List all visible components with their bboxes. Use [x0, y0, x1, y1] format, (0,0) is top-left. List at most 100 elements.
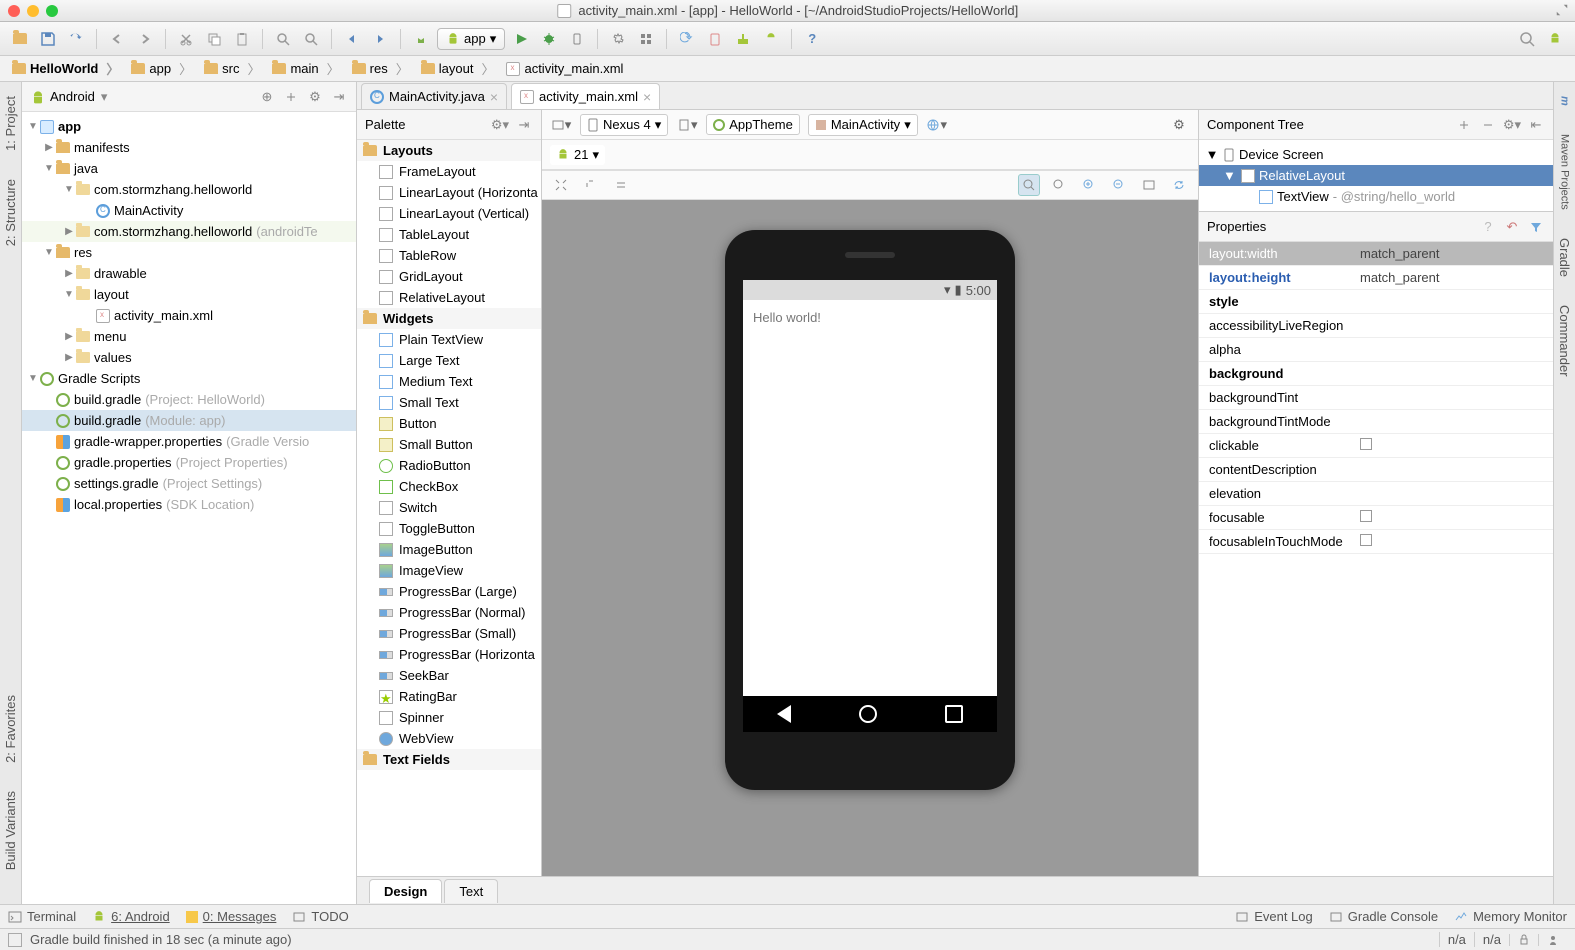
zoom-fit-button[interactable]: [1048, 174, 1070, 196]
checkbox-icon[interactable]: [1360, 438, 1372, 450]
help-icon[interactable]: ?: [1479, 218, 1497, 236]
tree-node-layout-file[interactable]: activity_main.xml: [22, 305, 356, 326]
tree-node-layout[interactable]: ▼layout: [22, 284, 356, 305]
tree-node-gradle-properties[interactable]: gradle.properties(Project Properties): [22, 452, 356, 473]
palette-item-togglebutton[interactable]: ToggleButton: [357, 518, 541, 539]
run-button[interactable]: [509, 27, 533, 51]
gear-icon[interactable]: ⚙: [306, 88, 324, 106]
build-variants-tool-button[interactable]: Build Variants: [3, 787, 18, 874]
back-icon[interactable]: [777, 705, 791, 723]
shrink-button[interactable]: [580, 174, 602, 196]
palette-item-tablelayout[interactable]: TableLayout: [357, 224, 541, 245]
project-structure-button[interactable]: [634, 27, 658, 51]
property-row[interactable]: backgroundTintMode: [1199, 410, 1553, 434]
property-row[interactable]: elevation: [1199, 482, 1553, 506]
maximize-window-button[interactable]: [46, 5, 58, 17]
dropdown-icon[interactable]: ▾: [101, 89, 108, 105]
palette-item-textview[interactable]: Plain TextView: [357, 329, 541, 350]
ct-node-textview[interactable]: TextView- @string/hello_world: [1199, 186, 1553, 207]
editor-tab-xml[interactable]: activity_main.xml ×: [511, 83, 660, 109]
property-row[interactable]: alpha: [1199, 338, 1553, 362]
tree-node-package-test[interactable]: ▶com.stormzhang.helloworld(androidTe: [22, 221, 356, 242]
editor-tab-java[interactable]: MainActivity.java ×: [361, 83, 507, 109]
home-icon[interactable]: [859, 705, 877, 723]
palette-item-smallbutton[interactable]: Small Button: [357, 434, 541, 455]
gear-icon[interactable]: ⚙: [1168, 114, 1190, 136]
save-button[interactable]: [36, 27, 60, 51]
expand-button[interactable]: [550, 174, 572, 196]
app-content-area[interactable]: Hello world!: [743, 300, 997, 696]
event-log-button[interactable]: Event Log: [1235, 909, 1313, 924]
tab-text[interactable]: Text: [444, 879, 498, 903]
device-selector[interactable]: Nexus 4▾: [580, 114, 668, 136]
gear-icon[interactable]: ⚙▾: [491, 116, 509, 134]
cut-button[interactable]: [174, 27, 198, 51]
tree-node-local-properties[interactable]: local.properties(SDK Location): [22, 494, 356, 515]
collapse-button[interactable]: [1479, 116, 1497, 134]
hector-icon[interactable]: [1538, 934, 1567, 946]
theme-selector[interactable]: AppTheme: [706, 114, 800, 135]
structure-tool-button[interactable]: 2: Structure: [3, 175, 18, 250]
palette-item-checkbox[interactable]: CheckBox: [357, 476, 541, 497]
palette-item-progressbar-s[interactable]: ProgressBar (Small): [357, 623, 541, 644]
tree-node-app[interactable]: ▼app: [22, 116, 356, 137]
commander-tool-button[interactable]: Commander: [1557, 301, 1572, 381]
property-value[interactable]: [1354, 534, 1553, 549]
activity-selector[interactable]: MainActivity▾: [808, 114, 918, 136]
status-indicator-icon[interactable]: [8, 933, 22, 947]
open-file-button[interactable]: [8, 27, 32, 51]
tab-design[interactable]: Design: [369, 879, 442, 903]
property-row[interactable]: accessibilityLiveRegion: [1199, 314, 1553, 338]
todo-tool-button[interactable]: TODO: [292, 909, 348, 924]
maven-tool-label[interactable]: Maven Projects: [1559, 130, 1571, 214]
sync-button[interactable]: [64, 27, 88, 51]
filter-icon[interactable]: [1527, 218, 1545, 236]
breadcrumb-res[interactable]: res〉: [346, 59, 415, 78]
search-everywhere-button[interactable]: [1515, 27, 1539, 51]
make-button[interactable]: [409, 27, 433, 51]
palette-item-imageview[interactable]: ImageView: [357, 560, 541, 581]
restore-icon[interactable]: ↶: [1503, 218, 1521, 236]
project-view-selector[interactable]: Android: [50, 89, 95, 104]
favorites-tool-button[interactable]: 2: Favorites: [3, 691, 18, 767]
property-row[interactable]: style: [1199, 290, 1553, 314]
device-screen[interactable]: ▾ ▮ 5:00 Hello world!: [743, 280, 997, 732]
palette-item-gridlayout[interactable]: GridLayout: [357, 266, 541, 287]
gear-icon[interactable]: ⚙▾: [1503, 116, 1521, 134]
settings-button[interactable]: [606, 27, 630, 51]
forward-button[interactable]: [368, 27, 392, 51]
config-button[interactable]: ▾: [550, 114, 572, 136]
ct-node-relativelayout[interactable]: ▼RelativeLayout: [1199, 165, 1553, 186]
zoom-in-button[interactable]: [1078, 174, 1100, 196]
tree-node-java[interactable]: ▼java: [22, 158, 356, 179]
property-row[interactable]: backgroundTint: [1199, 386, 1553, 410]
hide-button[interactable]: ⇥: [515, 116, 533, 134]
replace-button[interactable]: [299, 27, 323, 51]
property-row[interactable]: contentDescription: [1199, 458, 1553, 482]
palette-item-webview[interactable]: WebView: [357, 728, 541, 749]
copy-button[interactable]: [202, 27, 226, 51]
debug-button[interactable]: [537, 27, 561, 51]
tree-node-drawable[interactable]: ▶drawable: [22, 263, 356, 284]
palette-item-tablerow[interactable]: TableRow: [357, 245, 541, 266]
palette-group-layouts[interactable]: Layouts: [357, 140, 541, 161]
tree-node-gradle-scripts[interactable]: ▼Gradle Scripts: [22, 368, 356, 389]
palette-item-framelayout[interactable]: FrameLayout: [357, 161, 541, 182]
sdk-manager-button[interactable]: [731, 27, 755, 51]
property-row[interactable]: clickable: [1199, 434, 1553, 458]
palette-item-linearlayout-h[interactable]: LinearLayout (Horizonta: [357, 182, 541, 203]
breadcrumb-src[interactable]: src〉: [198, 59, 266, 78]
palette-item-progressbar-n[interactable]: ProgressBar (Normal): [357, 602, 541, 623]
find-button[interactable]: [271, 27, 295, 51]
property-row[interactable]: focusable: [1199, 506, 1553, 530]
property-row[interactable]: layout:heightmatch_parent: [1199, 266, 1553, 290]
memory-monitor-button[interactable]: Memory Monitor: [1454, 909, 1567, 924]
palette-item-ratingbar[interactable]: ★RatingBar: [357, 686, 541, 707]
api-selector[interactable]: 21▾: [550, 145, 605, 165]
ddms-button[interactable]: [759, 27, 783, 51]
close-window-button[interactable]: [8, 5, 20, 17]
property-row[interactable]: layout:widthmatch_parent: [1199, 242, 1553, 266]
ct-node-device[interactable]: ▼Device Screen: [1199, 144, 1553, 165]
tree-node-gradle-wrapper[interactable]: gradle-wrapper.properties(Gradle Versio: [22, 431, 356, 452]
palette-item-mediumtext[interactable]: Medium Text: [357, 371, 541, 392]
